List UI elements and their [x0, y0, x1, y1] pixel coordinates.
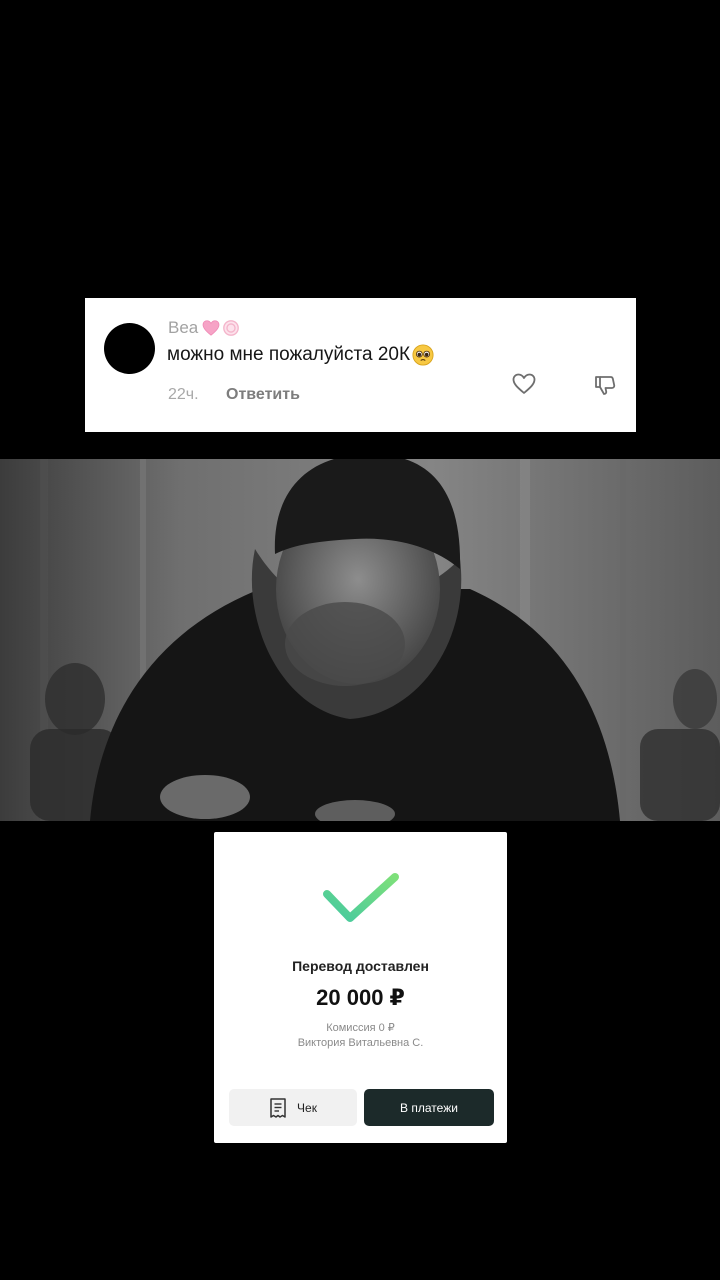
pleading-face-icon	[412, 344, 434, 366]
reply-button[interactable]: Ответить	[226, 386, 300, 404]
pink-heart-icon	[202, 320, 220, 336]
payment-card: Перевод доставлен 20 000 ₽ Комиссия 0 ₽ …	[214, 832, 507, 1143]
transfer-fee: Комиссия 0 ₽	[326, 1022, 395, 1034]
grayscale-photo	[0, 459, 720, 821]
comment-text: можно мне пожалуйста 20К	[167, 343, 434, 367]
lollipop-icon	[223, 320, 240, 336]
to-payments-button[interactable]: В платежи	[364, 1089, 494, 1126]
comment-card: Bea можно мне пожалуйста 20К 22ч. Ответи…	[85, 298, 636, 432]
avatar[interactable]	[104, 323, 155, 374]
photo	[0, 459, 720, 821]
receipt-button-label: Чек	[297, 1100, 317, 1115]
heart-outline-icon[interactable]	[512, 373, 536, 395]
comment-username[interactable]: Bea	[168, 318, 240, 338]
transfer-status-title: Перевод доставлен	[292, 958, 429, 974]
checkmark-icon	[323, 873, 399, 922]
transfer-recipient: Виктория Витальевна С.	[297, 1037, 424, 1049]
comment-body: можно мне пожалуйста 20К	[167, 344, 411, 365]
receipt-icon	[270, 1097, 286, 1118]
receipt-button[interactable]: Чек	[229, 1089, 357, 1126]
comment-time: 22ч.	[168, 386, 199, 403]
dislike-icon[interactable]	[593, 373, 617, 397]
username-text: Bea	[168, 318, 199, 337]
transfer-amount: 20 000 ₽	[316, 985, 405, 1010]
to-payments-label: В платежи	[400, 1100, 458, 1115]
